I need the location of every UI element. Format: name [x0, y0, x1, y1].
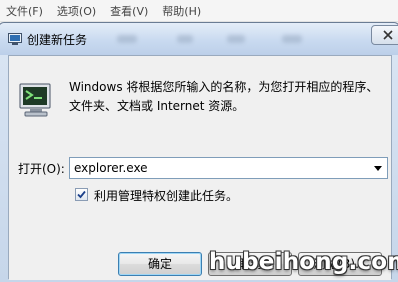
dialog-client-area: Windows 将根据您所输入的名称，为您打开相应的程序、文件夹、文档或 Int… [8, 55, 392, 280]
open-label: 打开(O): [18, 162, 65, 176]
dropdown-button[interactable] [371, 160, 385, 176]
blurred-background-patch [177, 35, 193, 43]
blurred-background-patch [282, 35, 302, 43]
blurred-background-patch [227, 35, 245, 43]
run-icon [8, 33, 22, 45]
computer-run-icon [19, 83, 51, 117]
menu-help[interactable]: 帮助(H) [156, 3, 209, 19]
create-new-task-dialog: 创建新任务 Windows 将根据您所输入的名称，为您打开相应的程序、文件夹、文… [0, 22, 398, 282]
checkmark-icon [77, 190, 86, 199]
ok-button[interactable]: 确定 [118, 252, 202, 276]
dialog-description: Windows 将根据您所输入的名称，为您打开相应的程序、文件夹、文档或 Int… [69, 80, 379, 113]
dropdown-arrow-icon [374, 165, 382, 171]
task-manager-menubar: 文件(F) 选项(O) 查看(V) 帮助(H) [0, 0, 398, 22]
menu-file[interactable]: 文件(F) [0, 3, 51, 19]
admin-privilege-checkbox[interactable] [75, 188, 88, 201]
menu-view[interactable]: 查看(V) [104, 3, 156, 19]
close-icon [383, 30, 393, 40]
close-button[interactable] [371, 25, 398, 45]
open-combobox[interactable]: explorer.exe [69, 157, 388, 179]
menu-options[interactable]: 选项(O) [51, 3, 104, 19]
open-input-value[interactable]: explorer.exe [74, 161, 148, 175]
admin-privilege-label[interactable]: 利用管理特权创建此任务。 [94, 187, 238, 204]
watermark: hubeihong.com [209, 249, 398, 275]
dialog-titlebar[interactable]: 创建新任务 [0, 23, 398, 55]
blurred-background-patch [117, 35, 137, 43]
dialog-title: 创建新任务 [27, 33, 88, 47]
